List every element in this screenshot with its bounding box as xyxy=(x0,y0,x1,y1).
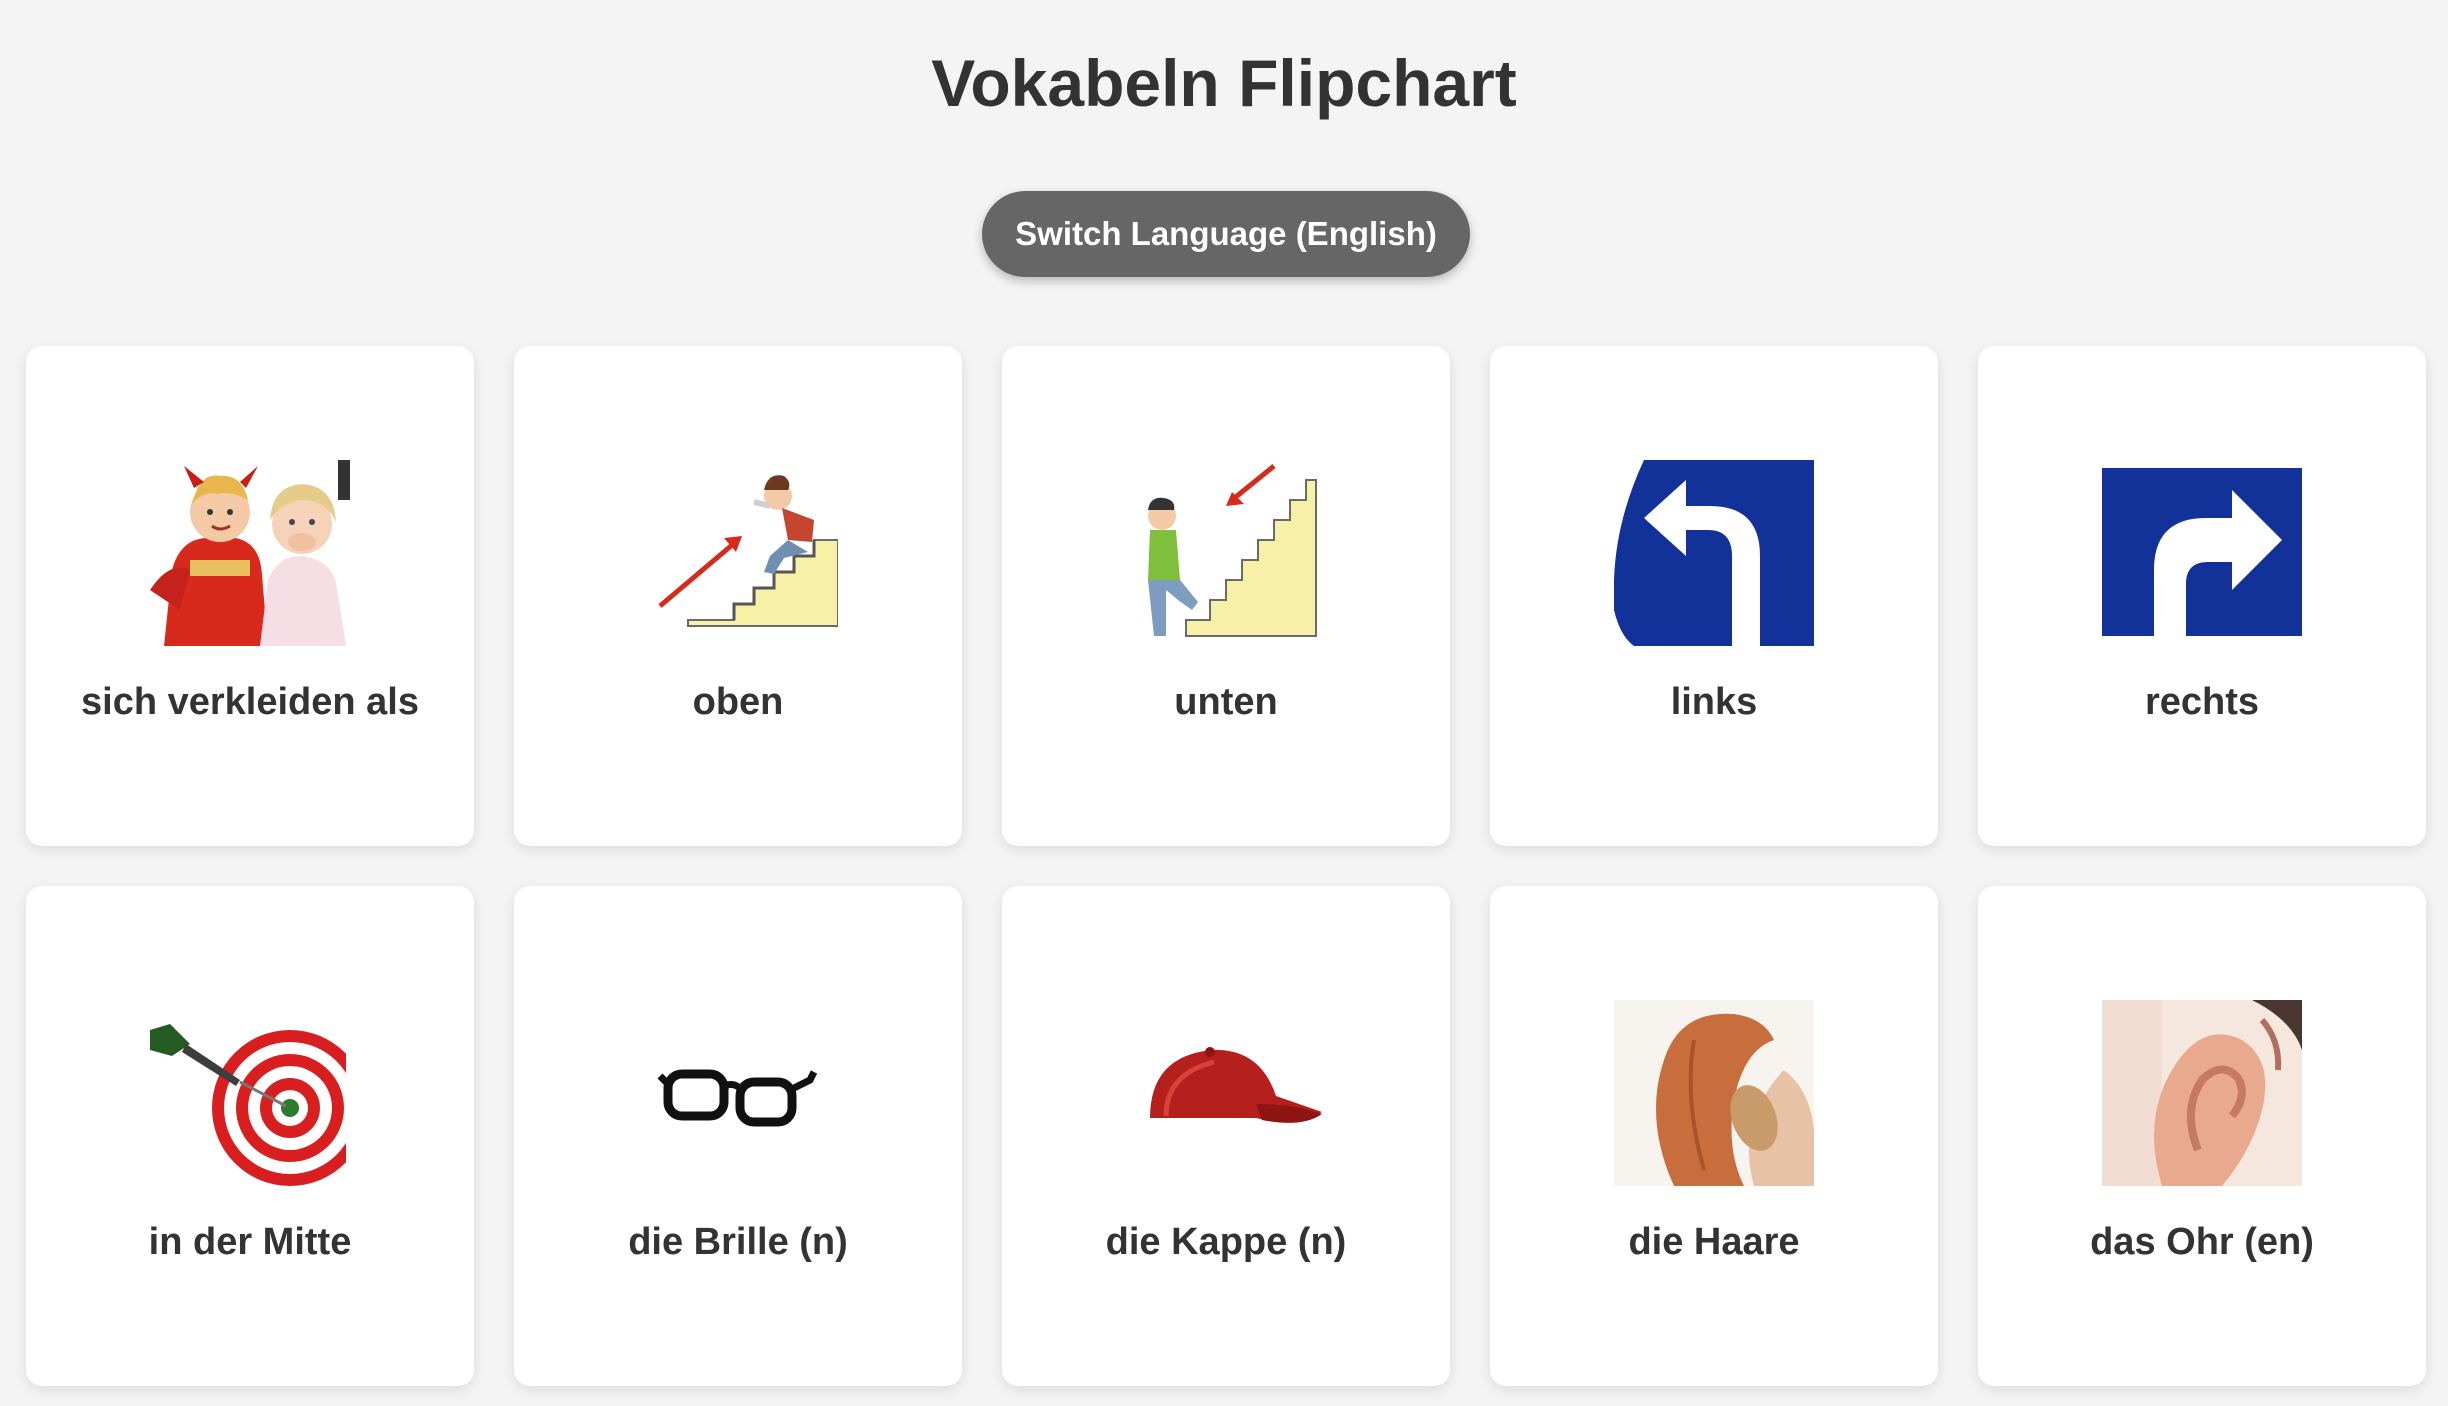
card-word: die Kappe (n) xyxy=(1105,1221,1347,1263)
flashcard-grid: sich verkleiden als oben unten links rec… xyxy=(26,346,2426,1386)
flashcard[interactable]: die Kappe (n) xyxy=(1002,886,1450,1386)
card-word: rechts xyxy=(2144,681,2260,723)
card-word: das Ohr (en) xyxy=(2090,1221,2314,1263)
flashcard[interactable]: das Ohr (en) xyxy=(1978,886,2426,1386)
left-arrow-sign-icon xyxy=(1614,460,1814,646)
downstairs-icon xyxy=(1126,460,1326,646)
flashcard[interactable]: oben xyxy=(514,346,962,846)
hair-icon xyxy=(1614,1000,1814,1186)
upstairs-icon xyxy=(638,460,838,646)
dartboard-icon xyxy=(150,1000,350,1186)
flashcard[interactable]: in der Mitte xyxy=(26,886,474,1386)
page-title: Vokabeln Flipchart xyxy=(931,46,1517,120)
right-arrow-sign-icon xyxy=(2102,460,2302,646)
card-word: die Haare xyxy=(1628,1221,1800,1263)
costumed-children-icon xyxy=(150,460,350,646)
cap-icon xyxy=(1126,1000,1326,1186)
flashcard[interactable]: die Haare xyxy=(1490,886,1938,1386)
card-word: oben xyxy=(692,681,784,723)
card-word: unten xyxy=(1174,681,1278,723)
flashcard[interactable]: rechts xyxy=(1978,346,2426,846)
flashcard[interactable]: links xyxy=(1490,346,1938,846)
flashcard[interactable]: sich verkleiden als xyxy=(26,346,474,846)
ear-icon xyxy=(2102,1000,2302,1186)
card-word: sich verkleiden als xyxy=(81,681,419,723)
card-word: in der Mitte xyxy=(148,1221,352,1263)
card-word: links xyxy=(1670,681,1758,723)
glasses-icon xyxy=(638,1000,838,1186)
flashcard[interactable]: unten xyxy=(1002,346,1450,846)
switch-language-button[interactable]: Switch Language (English) xyxy=(982,191,1470,277)
card-word: die Brille (n) xyxy=(628,1221,848,1263)
flashcard[interactable]: die Brille (n) xyxy=(514,886,962,1386)
